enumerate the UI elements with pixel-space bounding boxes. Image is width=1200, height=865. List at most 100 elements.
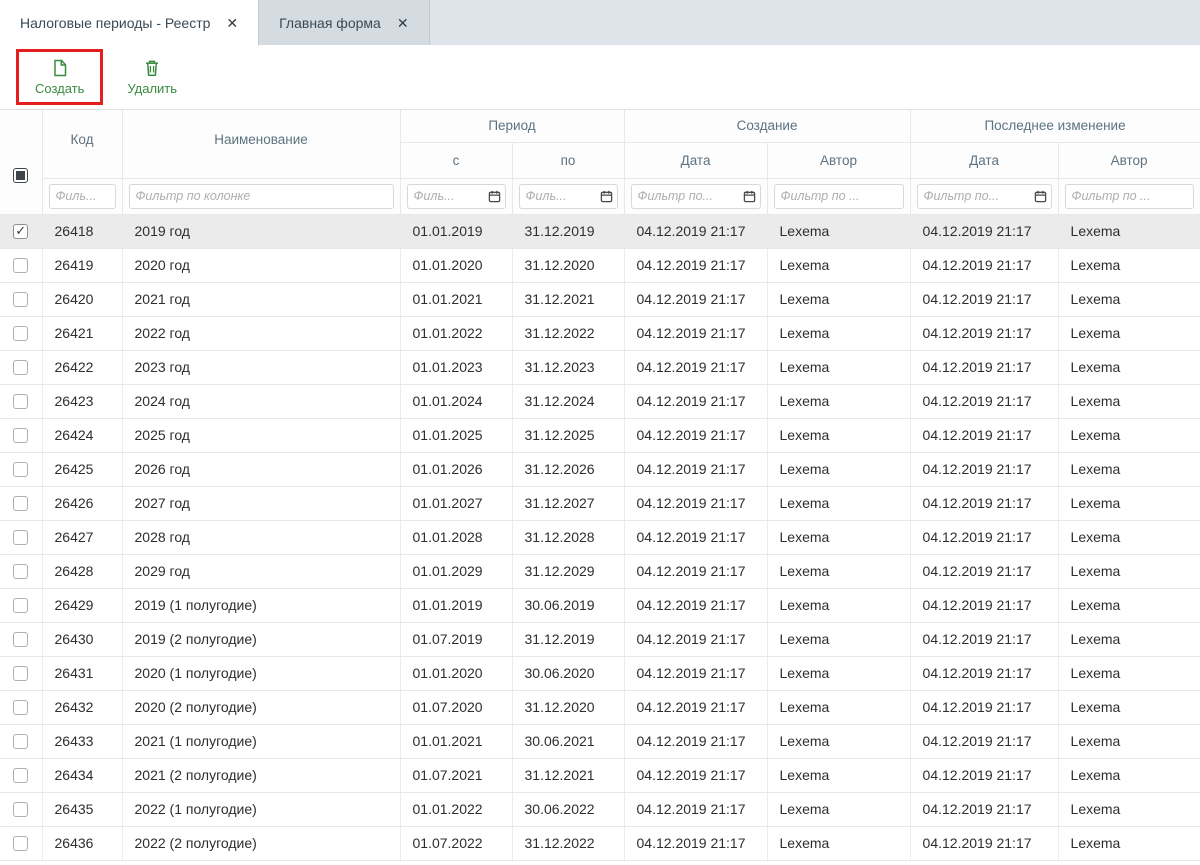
row-checkbox[interactable] bbox=[13, 360, 28, 375]
row-checkbox[interactable] bbox=[13, 394, 28, 409]
row-checkbox[interactable] bbox=[13, 292, 28, 307]
column-header-from[interactable]: с bbox=[400, 142, 512, 178]
row-checkbox[interactable] bbox=[13, 530, 28, 545]
table-row[interactable]: 264212022 год01.01.202231.12.202204.12.2… bbox=[0, 316, 1200, 350]
cell-code: 26427 bbox=[42, 520, 122, 554]
cell-period-from: 01.01.2029 bbox=[400, 554, 512, 588]
calendar-icon[interactable] bbox=[1034, 190, 1047, 203]
cell-period-from: 01.01.2025 bbox=[400, 418, 512, 452]
row-checkbox[interactable] bbox=[13, 632, 28, 647]
table-row[interactable]: 264272028 год01.01.202831.12.202804.12.2… bbox=[0, 520, 1200, 554]
filter-input-created-date[interactable] bbox=[631, 184, 761, 209]
row-checkbox[interactable] bbox=[13, 666, 28, 681]
table-row[interactable]: 264232024 год01.01.202431.12.202404.12.2… bbox=[0, 384, 1200, 418]
filter-input-code[interactable] bbox=[49, 184, 116, 209]
table-row[interactable]: 264352022 (1 полугодие)01.01.202230.06.2… bbox=[0, 792, 1200, 826]
cell-name: 2020 (2 полугодие) bbox=[122, 690, 400, 724]
delete-button[interactable]: Удалить bbox=[117, 54, 187, 100]
column-header-to[interactable]: по bbox=[512, 142, 624, 178]
table-row[interactable]: 264262027 год01.01.202731.12.202704.12.2… bbox=[0, 486, 1200, 520]
cell-modified-author: Lexema bbox=[1058, 758, 1200, 792]
cell-created-author: Lexema bbox=[767, 656, 910, 690]
row-checkbox[interactable] bbox=[13, 598, 28, 613]
cell-modified-author: Lexema bbox=[1058, 792, 1200, 826]
close-icon[interactable]: ✕ bbox=[397, 16, 409, 30]
close-icon[interactable]: ✕ bbox=[226, 16, 238, 30]
table-row[interactable]: 264182019 год01.01.201931.12.201904.12.2… bbox=[0, 214, 1200, 248]
cell-created-author: Lexema bbox=[767, 792, 910, 826]
row-checkbox[interactable] bbox=[13, 768, 28, 783]
row-checkbox[interactable] bbox=[13, 258, 28, 273]
filter-input-created-author[interactable] bbox=[774, 184, 904, 209]
row-checkbox[interactable] bbox=[13, 326, 28, 341]
table-row[interactable]: 264322020 (2 полугодие)01.07.202031.12.2… bbox=[0, 690, 1200, 724]
cell-period-to: 31.12.2023 bbox=[512, 350, 624, 384]
create-button[interactable]: Создать bbox=[25, 54, 94, 100]
cell-modified-author: Lexema bbox=[1058, 588, 1200, 622]
calendar-icon[interactable] bbox=[743, 190, 756, 203]
filter-box bbox=[407, 184, 506, 209]
cell-created-date: 04.12.2019 21:17 bbox=[624, 214, 767, 248]
cell-modified-date: 04.12.2019 21:17 bbox=[910, 316, 1058, 350]
table-row[interactable]: 264342021 (2 полугодие)01.07.202131.12.2… bbox=[0, 758, 1200, 792]
table-row[interactable]: 264222023 год01.01.202331.12.202304.12.2… bbox=[0, 350, 1200, 384]
table-row[interactable]: 264362022 (2 полугодие)01.07.202231.12.2… bbox=[0, 826, 1200, 860]
column-header-created-author[interactable]: Автор bbox=[767, 142, 910, 178]
row-checkbox-cell bbox=[0, 316, 42, 350]
cell-modified-author: Lexema bbox=[1058, 520, 1200, 554]
cell-name: 2024 год bbox=[122, 384, 400, 418]
table-row[interactable]: 264252026 год01.01.202631.12.202604.12.2… bbox=[0, 452, 1200, 486]
cell-period-from: 01.01.2026 bbox=[400, 452, 512, 486]
table-row[interactable]: 264202021 год01.01.202131.12.202104.12.2… bbox=[0, 282, 1200, 316]
row-checkbox[interactable] bbox=[13, 836, 28, 851]
filter-input-modified-date[interactable] bbox=[917, 184, 1052, 209]
filter-box bbox=[774, 184, 904, 209]
calendar-icon[interactable] bbox=[488, 190, 501, 203]
cell-modified-date: 04.12.2019 21:17 bbox=[910, 214, 1058, 248]
cell-code: 26421 bbox=[42, 316, 122, 350]
cell-code: 26424 bbox=[42, 418, 122, 452]
row-checkbox[interactable] bbox=[13, 802, 28, 817]
cell-created-date: 04.12.2019 21:17 bbox=[624, 520, 767, 554]
column-header-name[interactable]: Наименование bbox=[122, 110, 400, 178]
row-checkbox[interactable] bbox=[13, 734, 28, 749]
cell-created-date: 04.12.2019 21:17 bbox=[624, 758, 767, 792]
row-checkbox[interactable] bbox=[13, 224, 28, 239]
select-all-checkbox[interactable] bbox=[13, 168, 28, 183]
column-header-modified-author[interactable]: Автор bbox=[1058, 142, 1200, 178]
table-row[interactable]: 264292019 (1 полугодие)01.01.201930.06.2… bbox=[0, 588, 1200, 622]
tab-main-form[interactable]: Главная форма ✕ bbox=[258, 0, 429, 45]
row-checkbox[interactable] bbox=[13, 496, 28, 511]
cell-name: 2028 год bbox=[122, 520, 400, 554]
filter-input-modified-author[interactable] bbox=[1065, 184, 1194, 209]
column-header-code[interactable]: Код bbox=[42, 110, 122, 178]
cell-created-author: Lexema bbox=[767, 724, 910, 758]
cell-modified-date: 04.12.2019 21:17 bbox=[910, 656, 1058, 690]
cell-code: 26434 bbox=[42, 758, 122, 792]
row-checkbox[interactable] bbox=[13, 428, 28, 443]
table-row[interactable]: 264302019 (2 полугодие)01.07.201931.12.2… bbox=[0, 622, 1200, 656]
table-row[interactable]: 264242025 год01.01.202531.12.202504.12.2… bbox=[0, 418, 1200, 452]
filter-box bbox=[1065, 184, 1194, 209]
filter-input-name[interactable] bbox=[129, 184, 394, 209]
row-checkbox[interactable] bbox=[13, 462, 28, 477]
table-row[interactable]: 264332021 (1 полугодие)01.01.202130.06.2… bbox=[0, 724, 1200, 758]
cell-modified-author: Lexema bbox=[1058, 622, 1200, 656]
tab-tax-periods-registry[interactable]: Налоговые периоды - Реестр ✕ bbox=[0, 0, 258, 45]
filter-box bbox=[519, 184, 618, 209]
row-checkbox[interactable] bbox=[13, 700, 28, 715]
delete-button-label: Удалить bbox=[127, 81, 177, 96]
column-header-modified-date[interactable]: Дата bbox=[910, 142, 1058, 178]
cell-created-date: 04.12.2019 21:17 bbox=[624, 792, 767, 826]
row-checkbox[interactable] bbox=[13, 564, 28, 579]
cell-created-author: Lexema bbox=[767, 282, 910, 316]
table-row[interactable]: 264192020 год01.01.202031.12.202004.12.2… bbox=[0, 248, 1200, 282]
cell-name: 2022 (1 полугодие) bbox=[122, 792, 400, 826]
calendar-icon[interactable] bbox=[600, 190, 613, 203]
cell-modified-date: 04.12.2019 21:17 bbox=[910, 384, 1058, 418]
column-header-created-date[interactable]: Дата bbox=[624, 142, 767, 178]
cell-created-date: 04.12.2019 21:17 bbox=[624, 588, 767, 622]
table-row[interactable]: 264312020 (1 полугодие)01.01.202030.06.2… bbox=[0, 656, 1200, 690]
table-row[interactable]: 264282029 год01.01.202931.12.202904.12.2… bbox=[0, 554, 1200, 588]
cell-created-author: Lexema bbox=[767, 554, 910, 588]
